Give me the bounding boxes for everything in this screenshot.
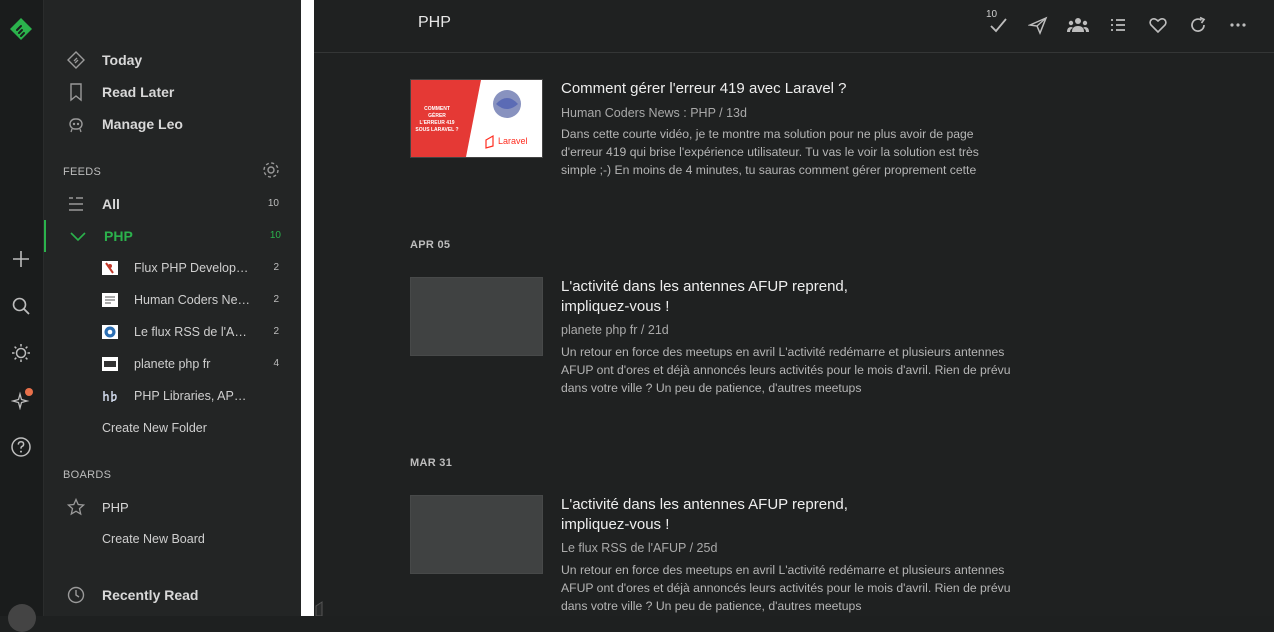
unread-count: 2 — [273, 294, 279, 305]
sidebar-item-label: All — [102, 196, 120, 212]
article-meta: Human Coders News : PHP / 13d — [561, 106, 747, 120]
article-card[interactable]: L'activité dans les antennes AFUP repren… — [410, 277, 1011, 397]
main-content: PHP 10 COMMENT GÉRER L'ERREUR 419 SOUS L… — [314, 0, 1274, 616]
sidebar: Today Read Later Manage Leo FEEDS All 10… — [44, 0, 301, 616]
list-icon — [65, 193, 87, 215]
search-icon[interactable] — [8, 293, 34, 319]
plus-icon[interactable] — [8, 246, 34, 272]
create-board-link[interactable]: Create New Board — [102, 532, 205, 546]
thumbnail-brand: Laravel — [498, 136, 528, 146]
unread-count: 2 — [273, 262, 279, 273]
help-icon[interactable] — [8, 434, 34, 460]
sidebar-item-today[interactable]: Today — [44, 44, 301, 76]
clock-icon — [65, 584, 87, 606]
date-heading: MAR 31 — [410, 457, 453, 469]
sidebar-item-label: PHP — [104, 228, 133, 244]
feed-source-label: planete php fr — [134, 357, 211, 371]
sidebar-item-php[interactable]: PHP 10 — [44, 220, 303, 252]
article-card[interactable]: COMMENT GÉRER L'ERREUR 419 SOUS LARAVEL … — [410, 79, 1010, 179]
article-summary: Dans cette courte vidéo, je te montre ma… — [561, 127, 979, 177]
theme-icon[interactable] — [8, 340, 34, 366]
article-title[interactable]: Comment gérer l'erreur 419 avec Laravel … — [561, 79, 881, 99]
collapse-sidebar-button[interactable] — [314, 598, 332, 617]
sidebar-item-label: Recently Read — [102, 587, 199, 603]
sidebar-item-recently-read[interactable]: Recently Read — [44, 579, 301, 611]
more-icon[interactable] — [1226, 13, 1250, 37]
feed-favicon — [102, 357, 118, 371]
page-title: PHP — [418, 14, 451, 31]
leo-icon — [65, 113, 87, 135]
thumbnail-caption: COMMENT GÉRER L'ERREUR 419 SOUS LARAVEL … — [415, 106, 459, 133]
article-summary: Un retour en force des meetups en avril … — [561, 345, 1011, 395]
sidebar-item-manage-leo[interactable]: Manage Leo — [44, 108, 301, 140]
refresh-icon[interactable] — [1186, 13, 1210, 37]
list-view-icon[interactable] — [1106, 13, 1130, 37]
mark-read-icon[interactable] — [986, 13, 1010, 37]
send-icon[interactable] — [1026, 13, 1050, 37]
feed-favicon — [102, 389, 118, 403]
feed-favicon — [102, 293, 118, 307]
sidebar-item-board-php[interactable]: PHP — [44, 491, 301, 523]
sidebar-item-label: Manage Leo — [102, 116, 183, 132]
sidebar-item-label: Today — [102, 52, 143, 68]
unread-count: 10 — [269, 230, 281, 241]
leo-sparkle-icon[interactable] — [8, 387, 34, 413]
sidebar-item-label: PHP — [102, 500, 129, 515]
unread-count: 2 — [273, 326, 279, 337]
article-meta: planete php fr / 21d — [561, 323, 669, 337]
avatar[interactable] — [8, 604, 36, 632]
feed-source-item[interactable]: Le flux RSS de l'A… 2 — [44, 316, 301, 348]
feedly-logo-icon[interactable] — [8, 16, 34, 42]
feed-source-item[interactable]: Flux PHP Develop… 2 — [44, 252, 301, 284]
article-thumbnail[interactable]: COMMENT GÉRER L'ERREUR 419 SOUS LARAVEL … — [410, 79, 543, 158]
feed-source-label: Human Coders Ne… — [134, 293, 251, 307]
feeds-section-title: FEEDS — [63, 166, 102, 178]
feed-favicon — [102, 325, 118, 339]
notification-dot — [25, 388, 33, 396]
heart-icon[interactable] — [1146, 13, 1170, 37]
article-title[interactable]: L'activité dans les antennes AFUP repren… — [561, 277, 881, 317]
chevron-down-icon[interactable] — [67, 225, 89, 247]
unread-count: 10 — [267, 198, 279, 209]
icon-rail — [0, 0, 44, 632]
date-heading: APR 05 — [410, 239, 451, 251]
article-card[interactable]: L'activité dans les antennes AFUP repren… — [410, 495, 1011, 616]
star-icon — [65, 496, 87, 518]
sidebar-item-read-later[interactable]: Read Later — [44, 76, 301, 108]
gear-icon[interactable] — [261, 160, 281, 180]
feed-source-item[interactable]: Human Coders Ne… 2 — [44, 284, 301, 316]
sidebar-divider[interactable] — [301, 0, 314, 616]
team-icon[interactable] — [1066, 13, 1090, 37]
feed-source-item[interactable]: planete php fr 4 — [44, 348, 301, 380]
feed-source-item[interactable]: PHP Libraries, AP… — [44, 380, 301, 412]
article-meta: Le flux RSS de l'AFUP / 25d — [561, 541, 718, 555]
feed-favicon — [102, 261, 118, 275]
feed-source-label: Le flux RSS de l'A… — [134, 325, 247, 339]
feed-source-label: PHP Libraries, AP… — [134, 389, 247, 403]
bookmark-icon — [65, 81, 87, 103]
sidebar-item-label: Read Later — [102, 84, 175, 100]
sidebar-item-all[interactable]: All 10 — [44, 188, 301, 220]
unread-count: 4 — [273, 358, 279, 369]
article-title[interactable]: L'activité dans les antennes AFUP repren… — [561, 495, 881, 535]
top-toolbar: PHP 10 — [314, 0, 1274, 53]
boards-section-title: BOARDS — [63, 469, 112, 481]
feed-source-label: Flux PHP Develop… — [134, 261, 249, 275]
article-thumbnail[interactable] — [410, 277, 543, 356]
today-icon — [65, 49, 87, 71]
create-folder-link[interactable]: Create New Folder — [102, 421, 207, 435]
article-summary: Un retour en force des meetups en avril … — [561, 563, 1011, 613]
article-thumbnail[interactable] — [410, 495, 543, 574]
